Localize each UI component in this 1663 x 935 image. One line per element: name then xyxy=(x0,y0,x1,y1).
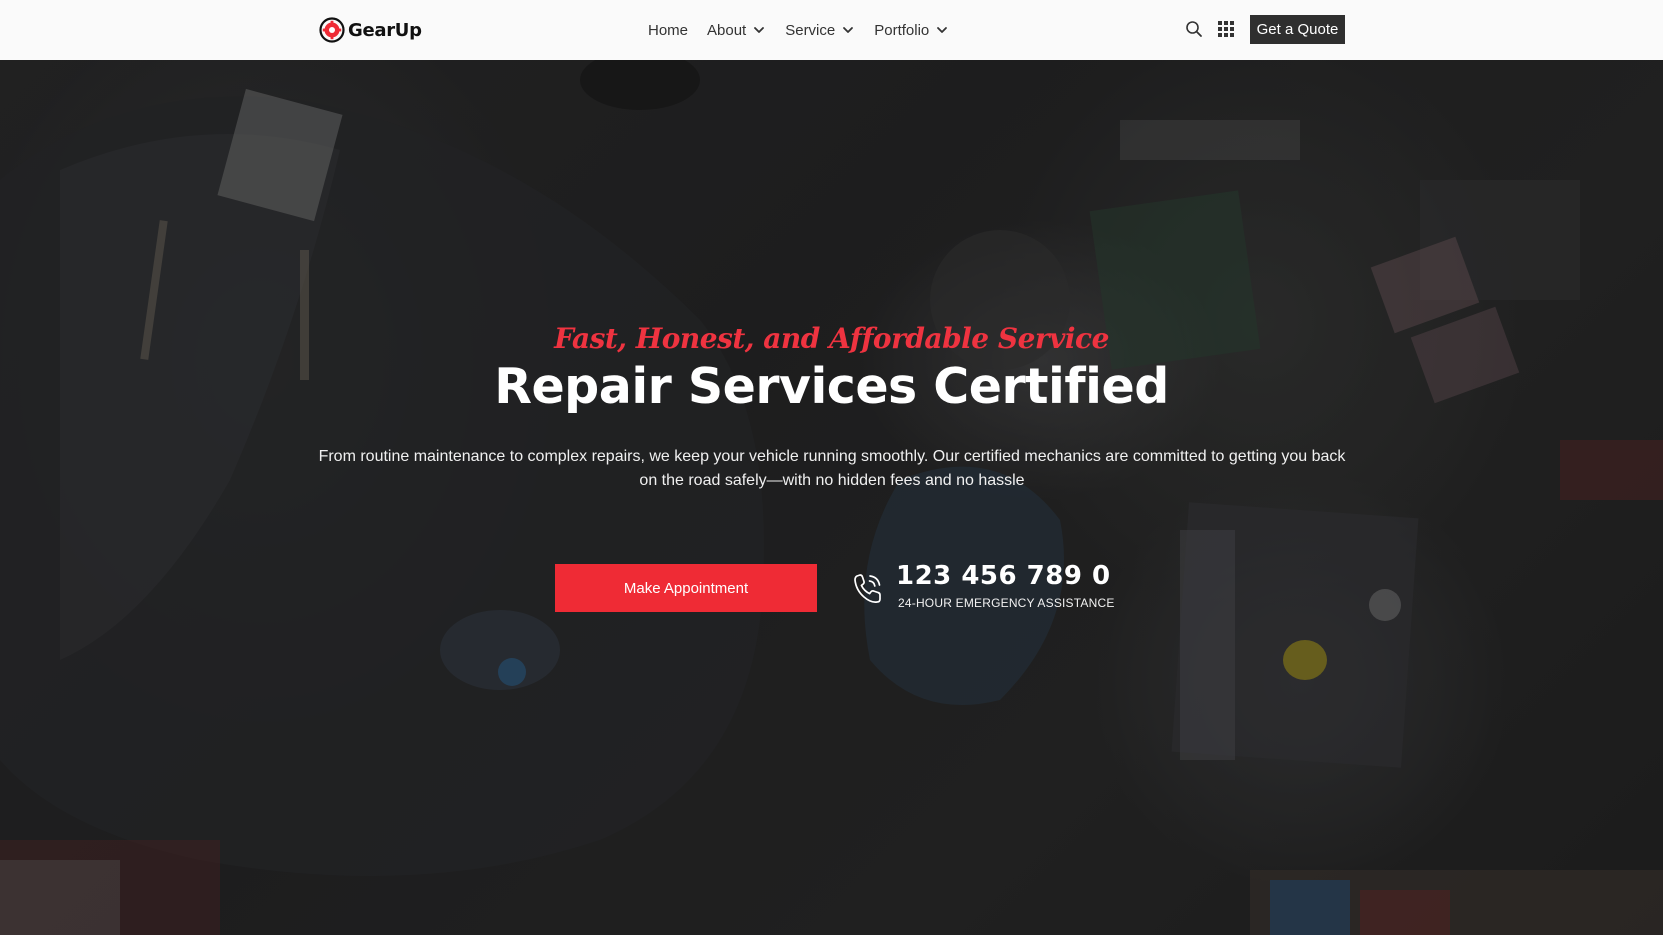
site-header: GearUp Home About Service Portfolio Get … xyxy=(0,0,1663,60)
make-appointment-button[interactable]: Make Appointment xyxy=(555,564,817,612)
hero-title: Repair Services Certified xyxy=(494,358,1169,415)
phone-icon xyxy=(854,574,881,603)
hero-section: Fast, Honest, and Affordable Service Rep… xyxy=(0,60,1663,935)
chevron-down-icon xyxy=(937,27,948,33)
nav-item-label: Service xyxy=(785,21,836,39)
nav-item-service[interactable]: Service xyxy=(785,22,855,39)
chevron-down-icon xyxy=(754,27,765,33)
hero-tagline: Fast, Honest, and Affordable Service xyxy=(554,322,1109,355)
nav-item-portfolio[interactable]: Portfolio xyxy=(874,22,949,39)
search-icon[interactable] xyxy=(1185,20,1203,38)
phone-number[interactable]: 123 456 789 0 xyxy=(896,561,1111,591)
nav-item-label: Home xyxy=(648,21,689,39)
main-nav: Home About Service Portfolio xyxy=(648,0,968,60)
nav-item-home[interactable]: Home xyxy=(648,22,688,39)
get-a-quote-button[interactable]: Get a Quote xyxy=(1250,15,1345,44)
hero-dark-overlay xyxy=(0,60,1663,935)
chevron-down-icon xyxy=(843,27,854,33)
nav-item-label: Portfolio xyxy=(874,21,930,39)
logo[interactable]: GearUp xyxy=(319,17,422,43)
nav-item-label: About xyxy=(707,21,747,39)
hero-description: From routine maintenance to complex repa… xyxy=(318,448,1346,489)
grid-menu-icon[interactable] xyxy=(1217,20,1235,38)
gear-logo-icon xyxy=(319,17,345,43)
brand-name: GearUp xyxy=(348,19,422,41)
phone-caption: 24-HOUR EMERGENCY ASSISTANCE xyxy=(898,596,1115,610)
nav-item-about[interactable]: About xyxy=(707,22,766,39)
